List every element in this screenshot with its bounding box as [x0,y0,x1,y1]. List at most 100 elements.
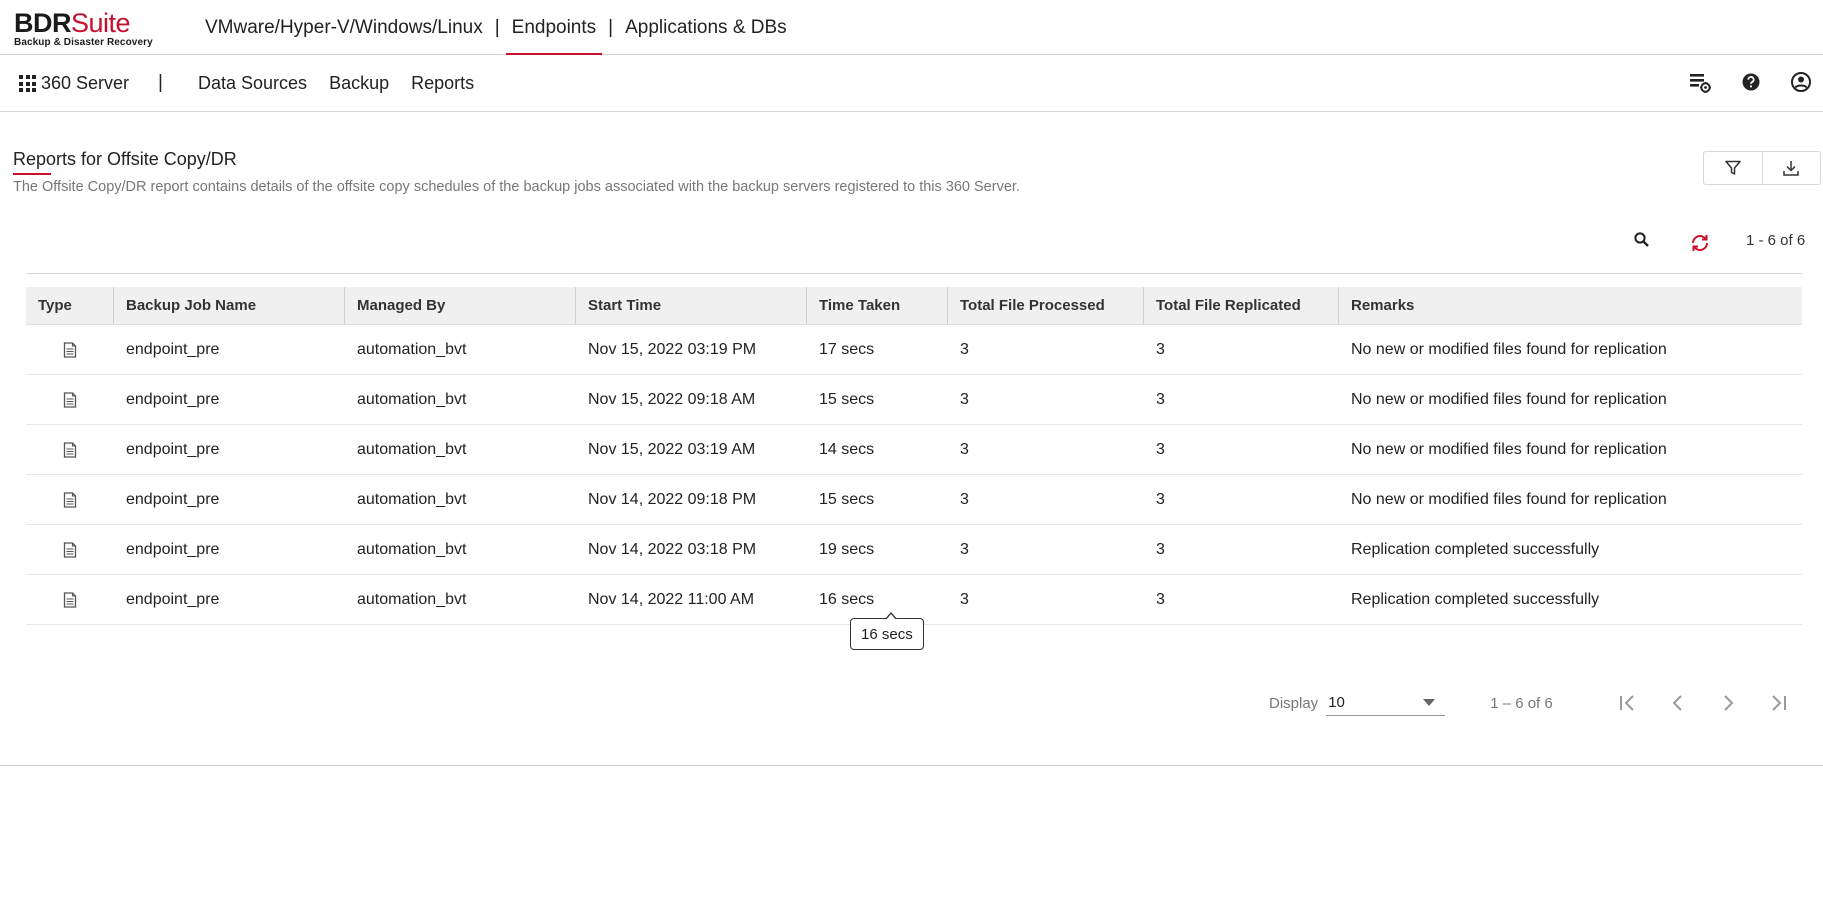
nav-separator: | [494,16,500,38]
nav-backup[interactable]: Backup [329,73,389,94]
next-page-button[interactable] [1703,688,1753,718]
document-report-icon[interactable] [63,591,77,608]
start-time-cell: Nov 14, 2022 09:18 PM [588,490,757,508]
total-file-replicated-cell: 3 [1156,590,1165,608]
column-header-remarks[interactable]: Remarks [1339,287,1802,324]
column-header-total-file-processed[interactable]: Total File Processed [948,287,1144,324]
remarks-cell: No new or modified files found for repli… [1351,340,1667,358]
download-button[interactable] [1761,152,1820,184]
backup-job-name-cell: endpoint_pre [126,340,220,358]
help-icon[interactable] [1739,70,1763,94]
nav-applications-dbs[interactable]: Applications & DBs [619,0,793,55]
remarks-cell: No new or modified files found for repli… [1351,490,1667,508]
nav-endpoints[interactable]: Endpoints [505,0,603,55]
pagination: Display 10 1 – 6 of 6 [1269,688,1803,718]
document-report-icon[interactable] [63,391,77,408]
document-report-icon[interactable] [63,441,77,458]
time-taken-cell: 15 secs [819,490,875,508]
backup-job-name-cell: endpoint_pre [126,590,220,608]
previous-page-button[interactable] [1653,688,1703,718]
record-count: 1 - 6 of 6 [1746,232,1806,249]
chevron-left-icon [1672,695,1682,711]
column-header-backup-job-name[interactable]: Backup Job Name [114,287,345,324]
total-file-processed-cell: 3 [960,340,969,358]
table-row[interactable]: endpoint_pre automation_bvt Nov 15, 2022 0… [26,375,1802,425]
column-header-type[interactable]: Type [26,287,114,324]
start-time-cell: Nov 14, 2022 11:00 AM [588,590,755,608]
managed-by-cell: automation_bvt [357,440,467,458]
document-report-icon[interactable] [63,541,77,558]
table-row[interactable]: endpoint_pre automation_bvt Nov 15, 2022 0… [26,425,1802,475]
product-nav: VMware/Hyper-V/Windows/Linux | Endpoints… [199,0,793,55]
total-file-processed-cell: 3 [960,490,969,508]
column-header-start-time[interactable]: Start Time [576,287,807,324]
column-header-managed-by[interactable]: Managed By [345,287,576,324]
time-taken-cell: 16 secs [819,590,875,608]
user-account-icon[interactable] [1789,70,1813,94]
backup-job-name-cell: endpoint_pre [126,540,220,558]
section-nav: Data Sources Backup Reports [198,73,496,94]
table-body: endpoint_pre automation_bvt Nov 15, 2022 0… [26,325,1802,625]
search-button[interactable] [1633,231,1651,254]
total-file-replicated-cell: 3 [1156,340,1165,358]
nav-reports[interactable]: Reports [411,73,474,94]
column-header-total-file-replicated[interactable]: Total File Replicated [1144,287,1339,324]
total-file-replicated-cell: 3 [1156,490,1165,508]
type-cell [26,525,114,574]
table-row[interactable]: endpoint_pre automation_bvt Nov 14, 2022 0… [26,475,1802,525]
footer-divider [0,765,1823,766]
type-cell [26,325,114,374]
column-header-time-taken[interactable]: Time Taken [807,287,948,324]
bdrsuite-logo[interactable]: BDRSuite Backup & Disaster Recovery [14,9,153,48]
remarks-cell: Replication completed successfully [1351,540,1600,558]
chevron-down-icon [1423,699,1436,706]
nav-vmware-hyperv-windows-linux[interactable]: VMware/Hyper-V/Windows/Linux [199,0,489,55]
remarks-cell: Replication completed successfully [1351,590,1600,608]
remarks-cell: No new or modified files found for repli… [1351,390,1667,408]
nav-data-sources[interactable]: Data Sources [198,73,307,94]
managed-by-cell: automation_bvt [357,540,467,558]
backup-job-name-cell: endpoint_pre [126,490,220,508]
logo-tagline: Backup & Disaster Recovery [14,37,153,48]
filter-button[interactable] [1704,152,1762,184]
total-file-processed-cell: 3 [960,540,969,558]
time-taken-cell: 15 secs [819,390,875,408]
report-actions [1703,151,1821,185]
logo-text-accent: Suite [71,8,131,38]
start-time-cell: Nov 15, 2022 09:18 AM [588,390,756,408]
start-time-cell: Nov 14, 2022 03:18 PM [588,540,757,558]
page-size-select[interactable]: 10 [1326,690,1446,716]
apps-menu-button[interactable]: 360 Server [19,73,129,94]
top-header: BDRSuite Backup & Disaster Recovery VMwa… [0,0,1823,55]
type-cell [26,475,114,524]
remarks-cell: No new or modified files found for repli… [1351,440,1667,458]
start-time-cell: Nov 15, 2022 03:19 PM [588,340,757,358]
page-size-value: 10 [1328,694,1345,711]
type-cell [26,575,114,624]
first-page-button[interactable] [1603,688,1653,718]
time-taken-tooltip: 16 secs [850,612,924,650]
total-file-processed-cell: 3 [960,590,969,608]
backup-job-name-cell: endpoint_pre [126,440,220,458]
start-time-cell: Nov 15, 2022 03:19 AM [588,440,756,458]
table-header: Type Backup Job Name Managed By Start Ti… [26,287,1802,325]
total-file-replicated-cell: 3 [1156,440,1165,458]
apps-menu-label: 360 Server [41,73,130,93]
nav-separator: | [608,16,614,38]
document-report-icon[interactable] [63,341,77,358]
refresh-button[interactable] [1689,232,1711,259]
divider [26,273,1802,274]
last-page-button[interactable] [1753,688,1803,718]
last-page-icon [1772,695,1786,711]
document-report-icon[interactable] [63,491,77,508]
logo-text-main: BDR [14,8,72,38]
table-row[interactable]: endpoint_pre automation_bvt Nov 15, 2022 0… [26,325,1802,375]
server-settings-icon[interactable] [1688,70,1712,94]
page-title: Reports for Offsite Copy/DR [13,149,237,169]
refresh-icon [1692,235,1708,251]
display-label: Display [1269,694,1319,712]
table-row[interactable]: endpoint_pre automation_bvt Nov 14, 2022 0… [26,525,1802,575]
first-page-icon [1619,695,1634,711]
type-cell [26,425,114,474]
sub-header: 360 Server | Data Sources Backup Reports [0,56,1823,112]
